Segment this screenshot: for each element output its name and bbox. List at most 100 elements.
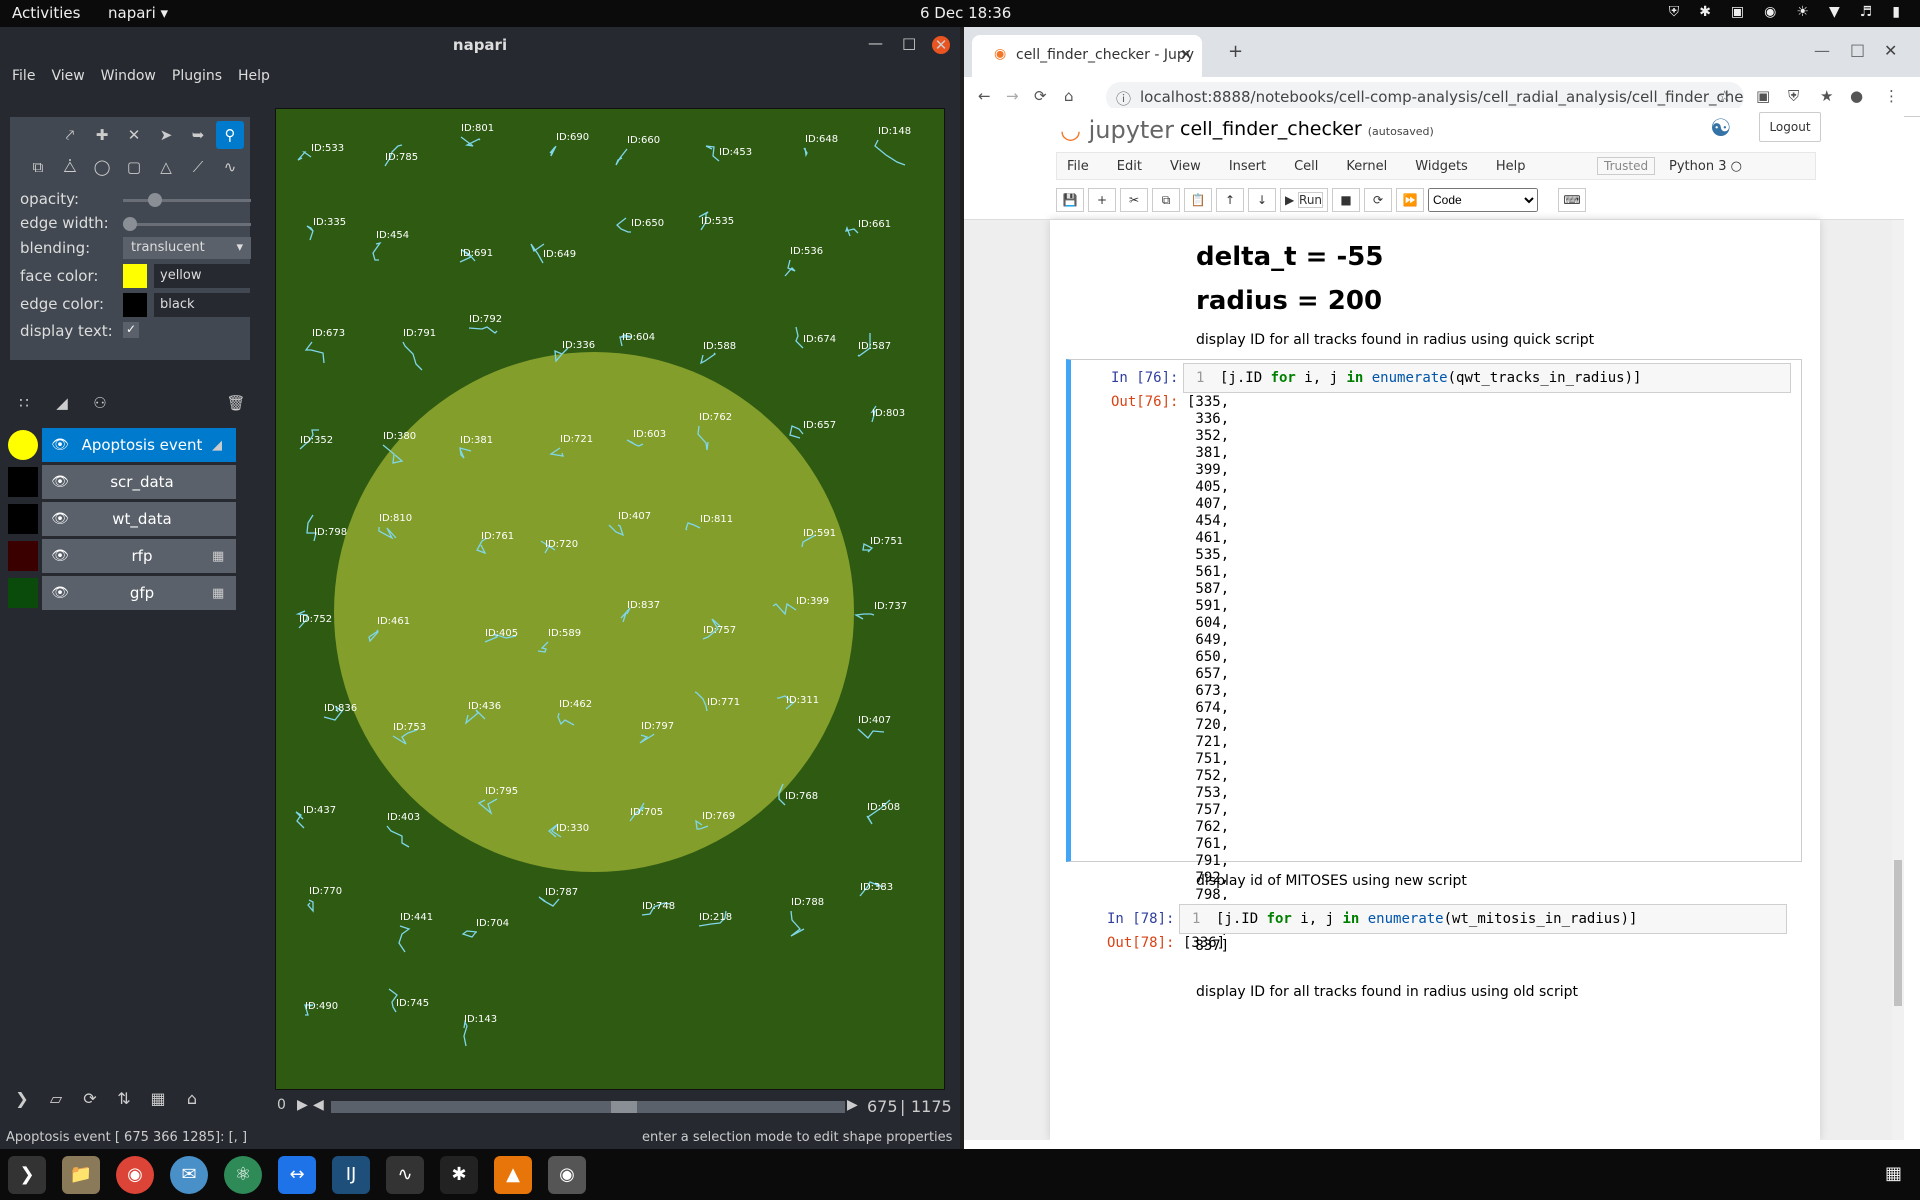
layer-apoptosis-event[interactable]: 👁 Apoptosis event ◢ xyxy=(8,428,236,462)
code-input[interactable]: 1 [j.ID for i, j in enumerate(wt_mitosis_… xyxy=(1179,904,1787,934)
face-color-field[interactable]: yellow xyxy=(154,264,251,288)
save-icon[interactable]: 💾 xyxy=(1056,188,1084,212)
menu-file[interactable]: File xyxy=(12,68,35,84)
kernel-name[interactable]: Python 3 ○ xyxy=(1669,159,1742,174)
transpose-icon[interactable]: ⇅ xyxy=(112,1089,136,1113)
eye-icon[interactable]: 👁 xyxy=(48,511,72,527)
dims-slider-track[interactable] xyxy=(331,1101,845,1113)
slack-icon[interactable]: ✱ xyxy=(1699,4,1711,20)
ellipse-icon[interactable]: ◯ xyxy=(88,153,116,181)
brightness-icon[interactable]: ☀ xyxy=(1796,4,1809,20)
eye-icon[interactable]: 👁 xyxy=(48,585,72,601)
ndisplay-icon[interactable]: ▱ xyxy=(44,1089,68,1113)
ij-icon[interactable]: IJ xyxy=(332,1155,370,1194)
grid-icon[interactable]: ▦ xyxy=(146,1089,170,1113)
roll-dims-icon[interactable]: ⟳ xyxy=(78,1089,102,1113)
fast-forward-icon[interactable]: ⏩ xyxy=(1396,188,1424,212)
cut-icon[interactable]: ✂ xyxy=(1120,188,1148,212)
stop-icon[interactable]: ■ xyxy=(1332,188,1360,212)
vertex-remove-icon[interactable]: ⤤ xyxy=(56,121,84,149)
move-up-icon[interactable]: ↑ xyxy=(1216,188,1244,212)
jmenu-cell[interactable]: Cell xyxy=(1294,159,1318,174)
site-info-icon[interactable]: ⓘ xyxy=(1116,88,1131,109)
eye-icon[interactable]: 👁 xyxy=(48,437,72,453)
line-icon[interactable]: ⟋ xyxy=(184,153,212,181)
eye-icon[interactable]: 👁 xyxy=(48,474,72,490)
chrome-icon[interactable]: ◉ xyxy=(116,1155,154,1194)
cell-type-select[interactable]: Code xyxy=(1428,188,1538,212)
dims-current[interactable]: 675 xyxy=(867,1097,898,1116)
vertex-insert-icon[interactable]: ✚ xyxy=(88,121,116,149)
files-icon[interactable]: 📁 xyxy=(62,1155,100,1194)
teamviewer-icon[interactable]: ↔ xyxy=(278,1155,316,1194)
delete-layer-icon[interactable]: 🗑 xyxy=(222,389,250,417)
jmenu-kernel[interactable]: Kernel xyxy=(1346,159,1387,174)
apoptosis-radius-circle[interactable] xyxy=(334,352,854,872)
layer-wt-data[interactable]: 👁 wt_data xyxy=(8,502,236,536)
code-cell-76[interactable]: In [76]: 1 [j.ID for i, j in enumerate(qw… xyxy=(1066,359,1802,954)
blending-select[interactable]: translucent ▾ xyxy=(123,237,251,259)
new-labels-icon[interactable]: ⚇ xyxy=(86,389,114,417)
bookmark-star-icon[interactable]: ☆ xyxy=(1718,87,1731,105)
atom-icon[interactable]: ⚛ xyxy=(224,1155,262,1194)
paste-icon[interactable]: 📋 xyxy=(1184,188,1212,212)
app-menu[interactable]: napari ▾ xyxy=(108,4,168,22)
app-indicator-icon[interactable]: ▣ xyxy=(1731,4,1744,20)
eye-icon[interactable]: 👁 xyxy=(48,548,72,564)
extension-icon[interactable]: ⛨ xyxy=(1788,87,1799,105)
jmenu-edit[interactable]: Edit xyxy=(1117,159,1142,174)
jupyter-logo[interactable]: ◡ jupyter xyxy=(1060,116,1174,144)
shield-icon[interactable]: ⛨ xyxy=(1669,4,1680,20)
menu-window[interactable]: Window xyxy=(101,68,156,84)
new-tab-icon[interactable]: + xyxy=(1228,41,1243,62)
vlc-icon[interactable]: ▲ xyxy=(494,1155,532,1194)
new-shapes-icon[interactable]: ◢ xyxy=(48,389,76,417)
extension-icon[interactable]: ▣ xyxy=(1756,87,1770,105)
trusted-badge[interactable]: Trusted xyxy=(1597,157,1656,175)
scrollbar-thumb[interactable] xyxy=(1894,860,1902,1006)
step-back-icon[interactable]: ◀ xyxy=(313,1097,324,1113)
display-text-checkbox[interactable]: ✓ xyxy=(123,322,139,338)
jmenu-view[interactable]: View xyxy=(1170,159,1201,174)
home-icon[interactable]: ⌂ xyxy=(180,1089,204,1113)
system-monitor-icon[interactable]: ∿ xyxy=(386,1155,424,1194)
logout-button[interactable]: Logout xyxy=(1759,112,1821,142)
code-cell-78[interactable]: In [78]: 1 [j.ID for i, j in enumerate(wt… xyxy=(1066,900,1802,970)
edge-color-field[interactable]: black xyxy=(154,293,251,317)
close-icon[interactable]: ✕ xyxy=(1884,41,1897,60)
polygon-icon[interactable]: △ xyxy=(152,153,180,181)
step-forward-icon[interactable]: ▶ xyxy=(847,1097,858,1113)
menu-plugins[interactable]: Plugins xyxy=(172,68,222,84)
edge-width-slider-knob[interactable] xyxy=(123,217,137,231)
code-input[interactable]: 1 [j.ID for i, j in enumerate(qwt_tracks_… xyxy=(1183,363,1791,393)
opacity-slider-knob[interactable] xyxy=(148,193,163,207)
jmenu-widgets[interactable]: Widgets xyxy=(1415,159,1468,174)
close-tab-icon[interactable]: ✕ xyxy=(1180,47,1192,63)
layer-scr-data[interactable]: 👁 scr_data xyxy=(8,465,236,499)
kebab-menu-icon[interactable]: ⋮ xyxy=(1884,87,1899,105)
run-button[interactable]: ▶ Run xyxy=(1280,188,1328,212)
opacity-slider[interactable] xyxy=(123,193,251,207)
layer-gfp[interactable]: 👁 gfp ▦ xyxy=(8,576,236,610)
face-color-swatch[interactable] xyxy=(123,264,147,288)
console-icon[interactable]: ❯ xyxy=(10,1089,34,1113)
edge-width-slider[interactable] xyxy=(123,217,251,231)
zoom-pan-icon[interactable]: ⚲ xyxy=(216,121,244,149)
volume-icon[interactable]: ♬ xyxy=(1860,4,1873,20)
zoom-icon[interactable]: ◉ xyxy=(1764,4,1776,20)
rectangle-icon[interactable]: ▢ xyxy=(120,153,148,181)
slack-icon[interactable]: ✱ xyxy=(440,1155,478,1194)
minimize-icon[interactable]: — xyxy=(868,34,883,52)
battery-icon[interactable]: ▮ xyxy=(1892,4,1900,20)
path-icon[interactable]: ∿ xyxy=(216,153,244,181)
move-front-icon[interactable]: ⧊ xyxy=(56,153,84,181)
napari-app-icon[interactable]: ◉ xyxy=(548,1155,586,1194)
notebook-name[interactable]: cell_finder_checker (autosaved) xyxy=(1180,118,1434,140)
puzzle-icon[interactable]: ★ xyxy=(1820,87,1833,105)
jmenu-help[interactable]: Help xyxy=(1496,159,1526,174)
new-points-icon[interactable]: ∷ xyxy=(10,389,38,417)
restart-icon[interactable]: ⟳ xyxy=(1364,188,1392,212)
maximize-icon[interactable]: □ xyxy=(902,34,916,52)
minimize-icon[interactable]: — xyxy=(1814,41,1830,60)
menu-help[interactable]: Help xyxy=(238,68,270,84)
